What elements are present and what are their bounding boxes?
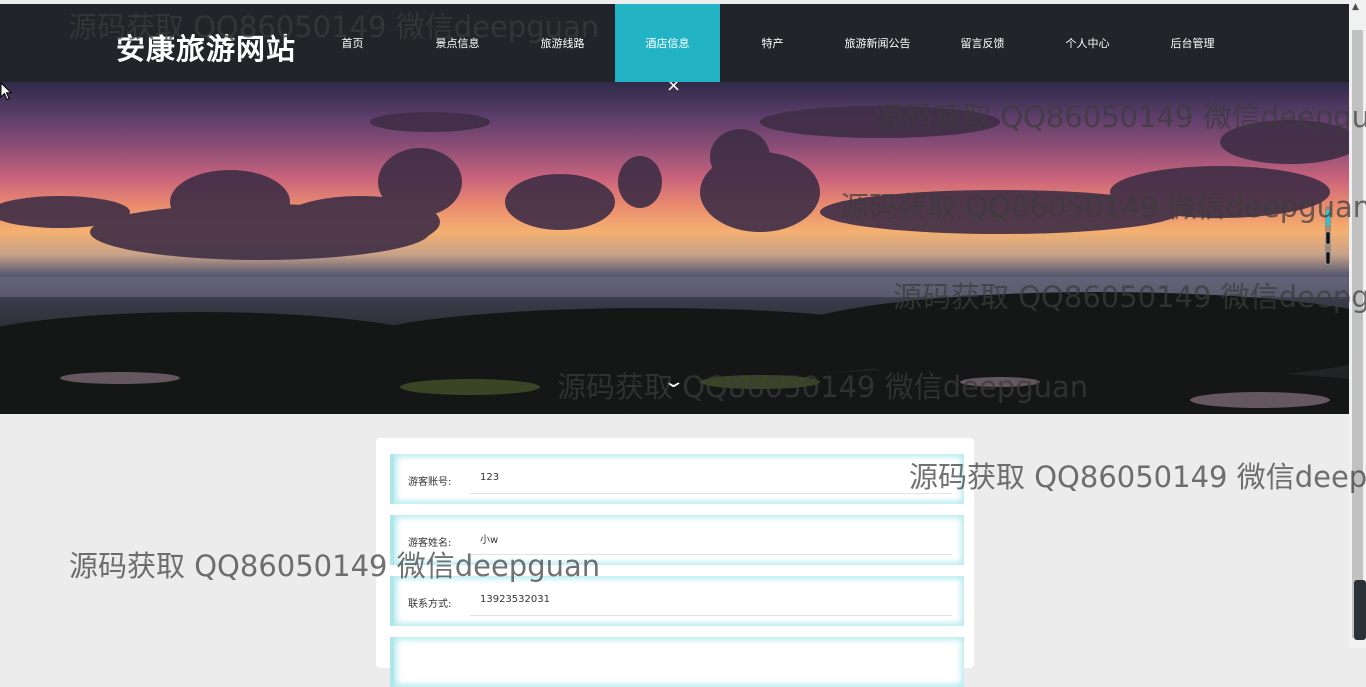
name-input[interactable] [470,523,952,555]
nav-news[interactable]: 旅游新闻公告 [825,4,930,82]
phone-label: 联系方式: [408,599,452,610]
nav-hotels[interactable]: 酒店信息 [615,4,720,82]
nav-feedback[interactable]: 留言反馈 [930,4,1035,82]
hero-sunset-image [0,106,1349,414]
field-row-phone: 联系方式: [390,576,964,626]
site-title[interactable]: 安康旅游网站 [116,26,296,68]
user-info-card: 游客账号: 游客姓名: 联系方式: [376,438,974,687]
field-row-account: 游客账号: [390,454,964,504]
watermark-text: 源码获取 QQ86050149 微信deepguan [909,460,1366,494]
chevron-down-icon[interactable]: ⌄ [661,372,685,392]
name-label: 游客姓名: [408,538,452,549]
nav-routes[interactable]: 旅游线路 [510,4,615,82]
hero-banner: × ⌄ [0,82,1349,414]
close-icon[interactable]: × [666,82,681,96]
nav-attractions[interactable]: 景点信息 [405,4,510,82]
top-navbar: 安康旅游网站 首页 景点信息 旅游线路 酒店信息 特产 旅游新闻公告 留言反馈 … [0,4,1349,82]
field-row-name: 游客姓名: [390,515,964,565]
nav-admin[interactable]: 后台管理 [1140,4,1245,82]
account-label: 游客账号: [408,477,452,488]
nav-user-center[interactable]: 个人中心 [1035,4,1140,82]
nav-specialties[interactable]: 特产 [720,4,825,82]
main-nav: 首页 景点信息 旅游线路 酒店信息 特产 旅游新闻公告 留言反馈 个人中心 后台… [300,4,1245,82]
side-toolbar-widget[interactable] [1323,206,1333,270]
page-scrollbar[interactable]: ▲ [1349,0,1366,648]
phone-input[interactable] [470,584,952,616]
scrollbar-thumb[interactable] [1352,30,1363,638]
nav-home[interactable]: 首页 [300,4,405,82]
field-row-next [390,637,964,687]
account-input[interactable] [470,462,952,494]
mouse-cursor-icon [0,82,13,101]
scroll-up-arrow-icon[interactable]: ▲ [1352,2,1359,12]
corner-widget-icon[interactable] [1354,580,1366,640]
